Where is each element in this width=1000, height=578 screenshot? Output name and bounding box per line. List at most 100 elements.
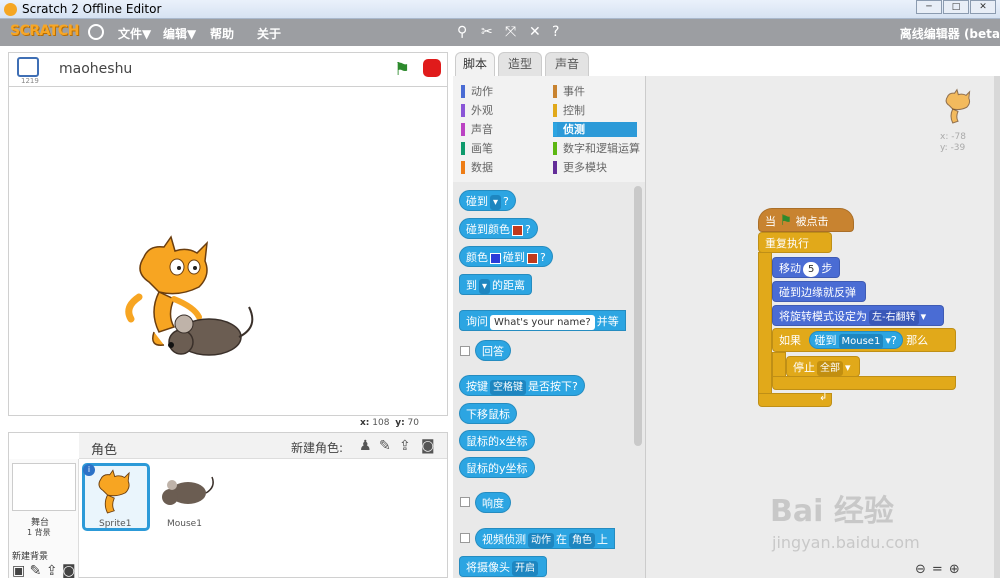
current-sprite-icon: [945, 88, 971, 124]
sprite-pane-header: 角色 新建角色: ♟ ✎ ⇪ ◙: [79, 433, 447, 459]
script-stop-all[interactable]: 停止 全部 ▾: [786, 356, 860, 377]
block-touching-color[interactable]: 碰到颜色?: [459, 218, 538, 239]
watermark-logo: Bai 经验: [770, 494, 894, 529]
duplicate-tool-icon[interactable]: ⚲: [457, 24, 467, 40]
stop-sign-icon[interactable]: [423, 59, 441, 77]
block-color-touching[interactable]: 颜色 碰到?: [459, 246, 553, 267]
palette-scrollbar[interactable]: [634, 186, 642, 446]
close-button[interactable]: ✕: [970, 0, 996, 14]
block-ask-and-wait[interactable]: 询问 What's your name? 并等: [459, 310, 626, 331]
new-backdrop-icons[interactable]: ▣ ✎ ⇪ ◙: [12, 563, 76, 578]
category-operators[interactable]: 数字和逻辑运算: [553, 141, 643, 156]
file-menu[interactable]: 文件▼: [118, 25, 151, 42]
maximize-button[interactable]: □: [943, 0, 969, 14]
presentation-mode-icon[interactable]: [17, 57, 39, 77]
category-data[interactable]: 数据: [461, 160, 543, 175]
block-distance-to[interactable]: 到 ▾ 的距离: [459, 274, 533, 295]
version-label: 1219: [21, 77, 39, 85]
checkbox-loudness[interactable]: [460, 497, 470, 507]
sprite-pane: 舞台 1 背景 新建背景 ▣ ✎ ⇪ ◙ 角色 新建角色: ♟ ✎ ⇪ ◙ i …: [8, 432, 448, 578]
camera-sprite-icon[interactable]: ◙: [421, 438, 435, 454]
script-bounce[interactable]: 碰到边缘就反弹: [772, 281, 866, 302]
green-flag-icon[interactable]: ⚑: [394, 59, 410, 80]
edit-menu[interactable]: 编辑▼: [163, 25, 196, 42]
current-sprite-info: x: -78 y: -39: [937, 88, 977, 153]
about-menu[interactable]: 关于: [257, 25, 281, 42]
upload-sprite-icon[interactable]: ⇪: [399, 438, 411, 454]
script-if-then[interactable]: 如果 碰到 Mouse1 ▾? 那么: [772, 328, 956, 352]
project-name[interactable]: maoheshu: [59, 61, 132, 77]
script-area-scrollbar[interactable]: [994, 76, 1000, 578]
zoom-in-icon[interactable]: ⊕: [949, 562, 960, 577]
zoom-controls: ⊖ = ⊕: [915, 562, 960, 577]
checkbox-answer[interactable]: [460, 346, 470, 356]
block-video-sensing[interactable]: 视频侦测 动作在角色上: [475, 528, 615, 549]
paint-sprite-icon[interactable]: ✎: [379, 438, 391, 454]
mouse1-thumbnail-icon: [162, 476, 214, 505]
stage-thumbnail-area: 舞台 1 背景 新建背景 ▣ ✎ ⇪ ◙: [9, 459, 79, 578]
minimize-button[interactable]: ─: [916, 0, 942, 14]
block-answer[interactable]: 回答: [475, 340, 511, 361]
block-mouse-x[interactable]: 鼠标的x坐标: [459, 430, 535, 451]
sprite-library-icon[interactable]: ♟: [359, 438, 372, 454]
category-events[interactable]: 事件: [553, 84, 637, 99]
condition-touching-mouse1[interactable]: 碰到 Mouse1 ▾?: [808, 331, 903, 349]
category-more-blocks[interactable]: 更多模块: [553, 160, 637, 175]
help-menu[interactable]: 帮助: [210, 25, 234, 42]
tab-costumes[interactable]: 造型: [498, 52, 542, 76]
block-mouse-down[interactable]: 下移鼠标: [459, 403, 517, 424]
backdrop-count: 1 背景: [27, 528, 51, 537]
sprite-name-mouse1: Mouse1: [167, 519, 202, 529]
category-looks[interactable]: 外观: [461, 103, 543, 118]
help-tool-icon[interactable]: ?: [552, 24, 559, 40]
script-when-flag-clicked[interactable]: 当 ⚑ 被点击: [758, 208, 854, 232]
green-flag-icon-block: ⚑: [779, 213, 793, 229]
category-sound[interactable]: 声音: [461, 122, 543, 137]
title-bar: Scratch 2 Offline Editor ─ □ ✕: [0, 0, 1000, 19]
script-move-steps[interactable]: 移动 5 步: [772, 257, 840, 278]
stage-thumbnail[interactable]: [12, 463, 76, 511]
stage-canvas[interactable]: [8, 86, 448, 416]
loop-arrow-icon: ↲: [819, 392, 828, 403]
stage-coordinates: x: 108 y: 70: [360, 418, 419, 428]
tab-sounds[interactable]: 声音: [545, 52, 589, 76]
stage-header: 1219 maoheshu ⚑: [8, 52, 448, 86]
watermark-url: jingyan.baidu.com: [772, 533, 920, 552]
category-sensing[interactable]: 侦测: [553, 122, 637, 137]
mouse-y-value: 70: [407, 418, 419, 428]
category-control[interactable]: 控制: [553, 103, 637, 118]
stage-svg: [125, 235, 254, 356]
block-loudness[interactable]: 响度: [475, 492, 511, 513]
scratch-logo[interactable]: SCRATCH: [10, 23, 79, 39]
mouse-sprite-icon[interactable]: [168, 306, 254, 356]
new-sprite-label: 新建角色:: [291, 441, 344, 455]
grow-tool-icon[interactable]: ⤧: [505, 24, 516, 40]
sprite-x: x: -78: [940, 132, 966, 142]
block-mouse-y[interactable]: 鼠标的y坐标: [459, 457, 535, 478]
block-turn-video[interactable]: 将摄像头 开启: [459, 556, 547, 577]
script-forever[interactable]: 重复执行: [758, 232, 832, 253]
category-motion[interactable]: 动作: [461, 84, 543, 99]
checkbox-video[interactable]: [460, 533, 470, 543]
shrink-tool-icon[interactable]: ✕: [529, 24, 541, 40]
block-key-pressed[interactable]: 按键 空格键 是否按下?: [459, 375, 585, 396]
block-categories: 动作 事件 外观 控制 声音 侦测 画笔 数字和逻辑运算 数据 更多模块: [453, 76, 645, 182]
sprite-info-icon[interactable]: i: [83, 464, 95, 476]
block-touching[interactable]: 碰到 ▾?: [459, 190, 516, 211]
app-icon: [4, 3, 17, 16]
sprites-label: 角色: [91, 443, 118, 458]
forever-c-bottom: ↲: [758, 392, 832, 407]
tab-scripts[interactable]: 脚本: [455, 52, 495, 78]
language-globe-icon[interactable]: [88, 24, 104, 40]
sprite-y: y: -39: [940, 143, 966, 153]
zoom-out-icon[interactable]: ⊖: [915, 562, 926, 577]
delete-tool-icon[interactable]: ✂: [481, 24, 493, 40]
mouse-x-value: 108: [372, 418, 390, 428]
if-c-arm: [772, 352, 786, 378]
menu-bar: SCRATCH 文件▼ 编辑▼ 帮助 关于 ⚲ ✂ ⤧ ✕ ? 离线编辑器 (b…: [0, 19, 1000, 46]
forever-c-arm: [758, 252, 772, 396]
category-pen[interactable]: 画笔: [461, 141, 543, 156]
script-set-rotation-style[interactable]: 将旋转模式设定为 左-右翻转 ▾: [772, 305, 944, 326]
zoom-reset-icon[interactable]: =: [932, 562, 943, 577]
window-title: Scratch 2 Offline Editor: [22, 2, 162, 16]
